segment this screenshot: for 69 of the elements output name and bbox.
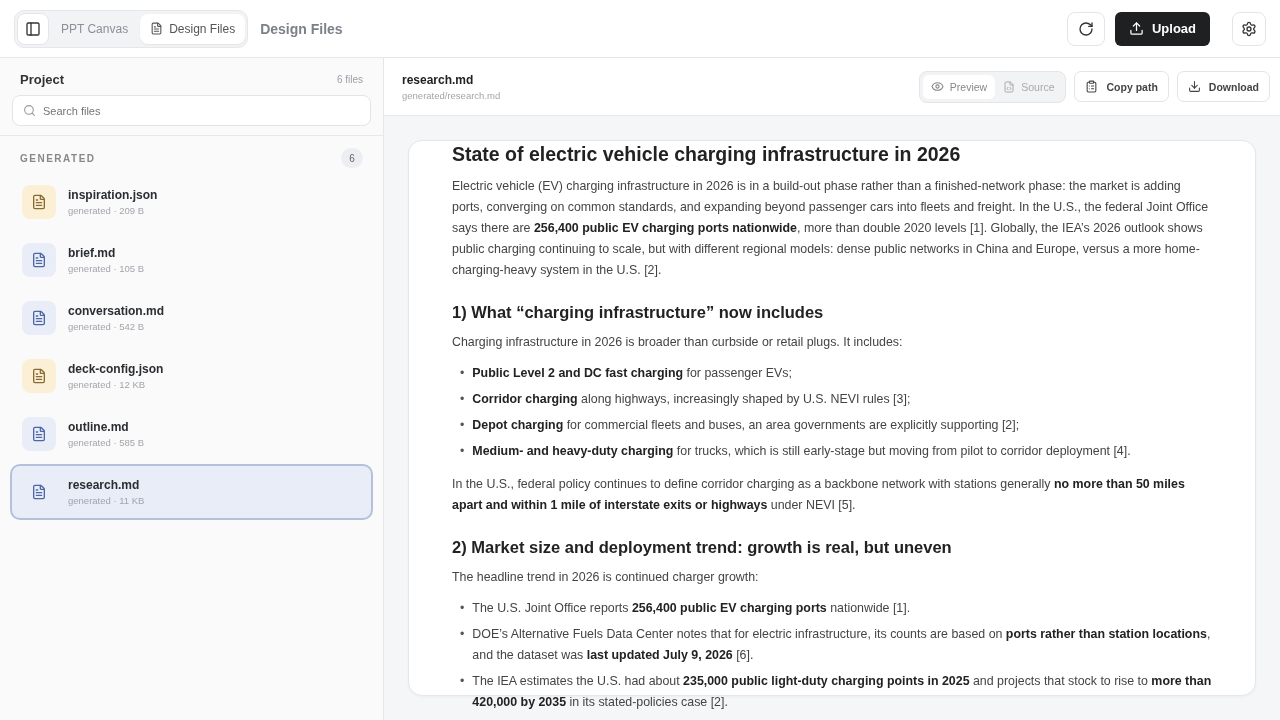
file-meta: generated · 542 B — [68, 321, 146, 332]
upload-button[interactable]: Upload — [1114, 11, 1210, 46]
download-button[interactable]: Download — [1176, 71, 1270, 102]
group-count: 6 — [341, 148, 363, 168]
file-item[interactable]: brief.md generated · 105 B — [10, 232, 373, 288]
file-name: inspiration.json — [68, 188, 158, 202]
paragraph: The headline trend in 2026 is continued charger growth: — [452, 569, 760, 586]
file-item[interactable]: deck-config.json generated · 12 KB — [10, 348, 373, 404]
list-item: Depot charging for commercial fleets and buses, an area governments are explicitly supporting [2]; — [472, 417, 1020, 434]
document-icon — [22, 417, 56, 451]
sidebar-icon — [25, 20, 41, 37]
copy-path-button[interactable]: Copy path — [1074, 71, 1169, 102]
file-meta: generated · 585 B — [68, 437, 145, 448]
list-item: Public Level 2 and DC fast charging for passenger EVs; — [472, 365, 792, 382]
bullet: • — [460, 673, 465, 690]
refresh-icon — [1077, 20, 1094, 37]
document-icon — [22, 359, 56, 393]
bullet: • — [460, 417, 465, 434]
search-field[interactable]: Search files — [12, 95, 371, 126]
file-name: research.md — [68, 478, 141, 492]
group-label: GENERATED — [20, 152, 96, 164]
bullet: • — [460, 626, 465, 643]
list-item: Medium- and heavy-duty charging for trucks, which is still early-stage but moving from pilot to corridor deployment [4]. — [472, 443, 1131, 460]
file-meta: generated · 11 KB — [68, 495, 145, 506]
upload-icon — [1128, 21, 1144, 36]
list-item: The IEA estimates the U.S. had about 235,000 public light-duty charging points in 2025 and projects that stock to rise to more than 420,000 by 2035 in its stated-policies case [2]. — [472, 673, 1213, 711]
file-item[interactable]: outline.md generated · 585 B — [10, 406, 373, 462]
eye-icon — [930, 80, 944, 93]
document-icon — [22, 301, 56, 335]
page-title: Design Files — [260, 20, 343, 37]
tab[interactable]: Design Files — [140, 13, 246, 44]
bullet: • — [460, 600, 465, 617]
paragraph: Electric vehicle (EV) charging infrastructure in 2026 is in a build-out phase rather than a finished-network phase: the market is adding ports, converging on common standards, and expanding beyond passenger cars into fleets and freight. In the U.S., the federal Joint Office says there are 256,400 public EV charging ports nationwide, more than double 2020 levels [1]. Globally, the IEA’s 2026 outlook shows public charging continuing to scale, but with different regional models: dense public networks in China and Europe, versus a more home-charging-heavy system in the U.S. [2]. — [452, 178, 1210, 279]
bullet: • — [460, 443, 465, 460]
document-title: State of electric vehicle charging infrastructure in 2026 — [452, 143, 962, 166]
paragraph: Charging infrastructure in 2026 is broader than curbside or retail plugs. It includes: — [452, 334, 904, 351]
paragraph: In the U.S., federal policy continues to define corridor charging as a backbone network with stations generally no more than 50 miles apart and within 1 mile of interstate exits or highways under NEVI [5]. — [452, 476, 1186, 514]
refresh-button[interactable] — [1066, 11, 1105, 46]
file-title: research.md — [402, 72, 475, 87]
bullet: • — [460, 391, 465, 408]
file-name: brief.md — [68, 246, 117, 260]
section-heading: 1) What “charging infrastructure” now includes — [452, 303, 825, 322]
list-item: Corridor charging along highways, increasingly shaped by U.S. NEVI rules [3]; — [472, 391, 911, 408]
list-item: DOE’s Alternative Fuels Data Center notes that for electric infrastructure, its counts are based on ports rather than station locations, and the dataset was last updated July 9, 2026 [6]. — [472, 626, 1212, 664]
code-file-icon — [1003, 80, 1016, 93]
clipboard-icon — [1085, 80, 1099, 93]
file-item[interactable]: conversation.md generated · 542 B — [10, 290, 373, 346]
file-item[interactable]: inspiration.json generated · 209 B — [10, 174, 373, 230]
sidebar-title: Project — [20, 72, 65, 87]
file-path: generated/research.md — [402, 89, 501, 101]
bullet: • — [460, 365, 465, 382]
file-name: outline.md — [68, 420, 130, 434]
settings-icon — [1241, 20, 1257, 37]
file-name: conversation.md — [68, 304, 165, 318]
file-item[interactable]: research.md generated · 11 KB — [10, 464, 373, 520]
download-icon — [1187, 80, 1201, 93]
file-count: 6 files — [336, 74, 363, 85]
document-icon — [22, 243, 56, 277]
view-toggle[interactable]: Preview — [922, 74, 996, 99]
file-meta: generated · 105 B — [68, 263, 145, 274]
file-icon — [150, 22, 164, 35]
file-name: deck-config.json — [68, 362, 164, 376]
sidebar-toggle-button[interactable] — [17, 12, 49, 45]
file-meta: generated · 209 B — [68, 205, 146, 216]
document-icon — [22, 185, 56, 219]
settings-button[interactable] — [1232, 11, 1266, 46]
section-heading: 2) Market size and deployment trend: growth is real, but uneven — [452, 538, 953, 557]
file-meta: generated · 12 KB — [68, 379, 147, 390]
list-item: The U.S. Joint Office reports 256,400 public EV charging ports nationwide [1]. — [472, 600, 911, 617]
